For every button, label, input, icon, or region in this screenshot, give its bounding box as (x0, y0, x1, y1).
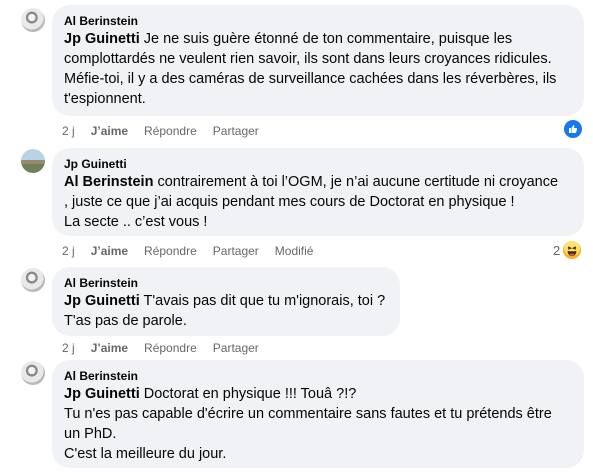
comment-line: t'espionnent. (64, 91, 146, 107)
comment-actions: 2 j J’aime Répondre Partager (62, 340, 259, 356)
avatar[interactable] (21, 8, 45, 32)
reaction-count[interactable]: 2 (553, 242, 560, 260)
share-button[interactable]: Partager (213, 243, 259, 259)
timestamp[interactable]: 2 j (62, 340, 75, 356)
share-button[interactable]: Partager (213, 340, 259, 356)
mention-link[interactable]: Jp Guinetti (64, 386, 140, 402)
comment-text: Jp Guinetti Je ne suis guère étonné de t… (64, 29, 572, 109)
comment-line: , juste ce que j’ai acquis pendant mes c… (64, 194, 515, 210)
reply-button[interactable]: Répondre (144, 243, 197, 259)
comment-bubble: Al Berinstein Jp Guinetti T'avais pas di… (52, 267, 400, 336)
comment-line: T'as pas de parole. (64, 313, 187, 329)
like-button[interactable]: J’aime (91, 123, 128, 139)
avatar[interactable] (21, 149, 45, 173)
comment-author[interactable]: Jp Guinetti (64, 156, 572, 172)
mention-link[interactable]: Jp Guinetti (64, 293, 140, 309)
reply-button[interactable]: Répondre (144, 340, 197, 356)
comment-line: Tu n'es pas capable d'écrire un commenta… (64, 406, 552, 422)
haha-reaction-icon[interactable] (563, 241, 581, 259)
timestamp[interactable]: 2 j (62, 123, 75, 139)
like-button[interactable]: J’aime (91, 340, 128, 356)
comment-line: complottardés ne veulent rien savoir, il… (64, 51, 552, 67)
avatar[interactable] (21, 361, 45, 385)
comment-line: Je ne suis guère étonné de ton commentai… (139, 31, 513, 47)
like-button[interactable]: J’aime (91, 243, 128, 259)
comment-author[interactable]: Al Berinstein (64, 368, 572, 384)
comment-text: Jp Guinetti T'avais pas dit que tu m'ign… (64, 291, 388, 331)
mention-link[interactable]: Al Berinstein (64, 174, 153, 190)
timestamp[interactable]: 2 j (62, 243, 75, 259)
comment-text: Jp Guinetti Doctorat en physique !!! Tou… (64, 384, 572, 464)
comment-bubble: Jp Guinetti Al Berinstein contrairement … (52, 148, 584, 236)
comment-line: C'est la meilleure du jour. (64, 446, 227, 462)
comment-author[interactable]: Al Berinstein (64, 13, 572, 29)
comment-text: Al Berinstein contrairement à toi l’OGM,… (64, 172, 572, 232)
comment-actions: 2 j J’aime Répondre Partager (62, 123, 259, 139)
comment-author[interactable]: Al Berinstein (64, 275, 388, 291)
comment-bubble: Al Berinstein Jp Guinetti Doctorat en ph… (52, 360, 584, 468)
reply-button[interactable]: Répondre (144, 123, 197, 139)
avatar[interactable] (21, 268, 45, 292)
comment-line: La secte .. c’est vous ! (64, 214, 208, 230)
comment-line: Méfie-toi, il y a des caméras de surveil… (64, 71, 557, 87)
comment-line: Doctorat en physique !!! Touâ ?!? (139, 386, 357, 402)
share-button[interactable]: Partager (213, 123, 259, 139)
comment-bubble: Al Berinstein Jp Guinetti Je ne suis guè… (52, 5, 584, 116)
like-reaction-icon[interactable] (564, 120, 582, 138)
comment-line: contrairement à toi l’OGM, je n’ai aucun… (153, 174, 559, 190)
comment-line: un PhD. (64, 426, 117, 442)
modified-label[interactable]: Modifié (275, 243, 314, 259)
comment-actions: 2 j J’aime Répondre Partager Modifié (62, 243, 313, 259)
comment-line: T'avais pas dit que tu m'ignorais, toi ? (139, 293, 386, 309)
mention-link[interactable]: Jp Guinetti (64, 31, 140, 47)
